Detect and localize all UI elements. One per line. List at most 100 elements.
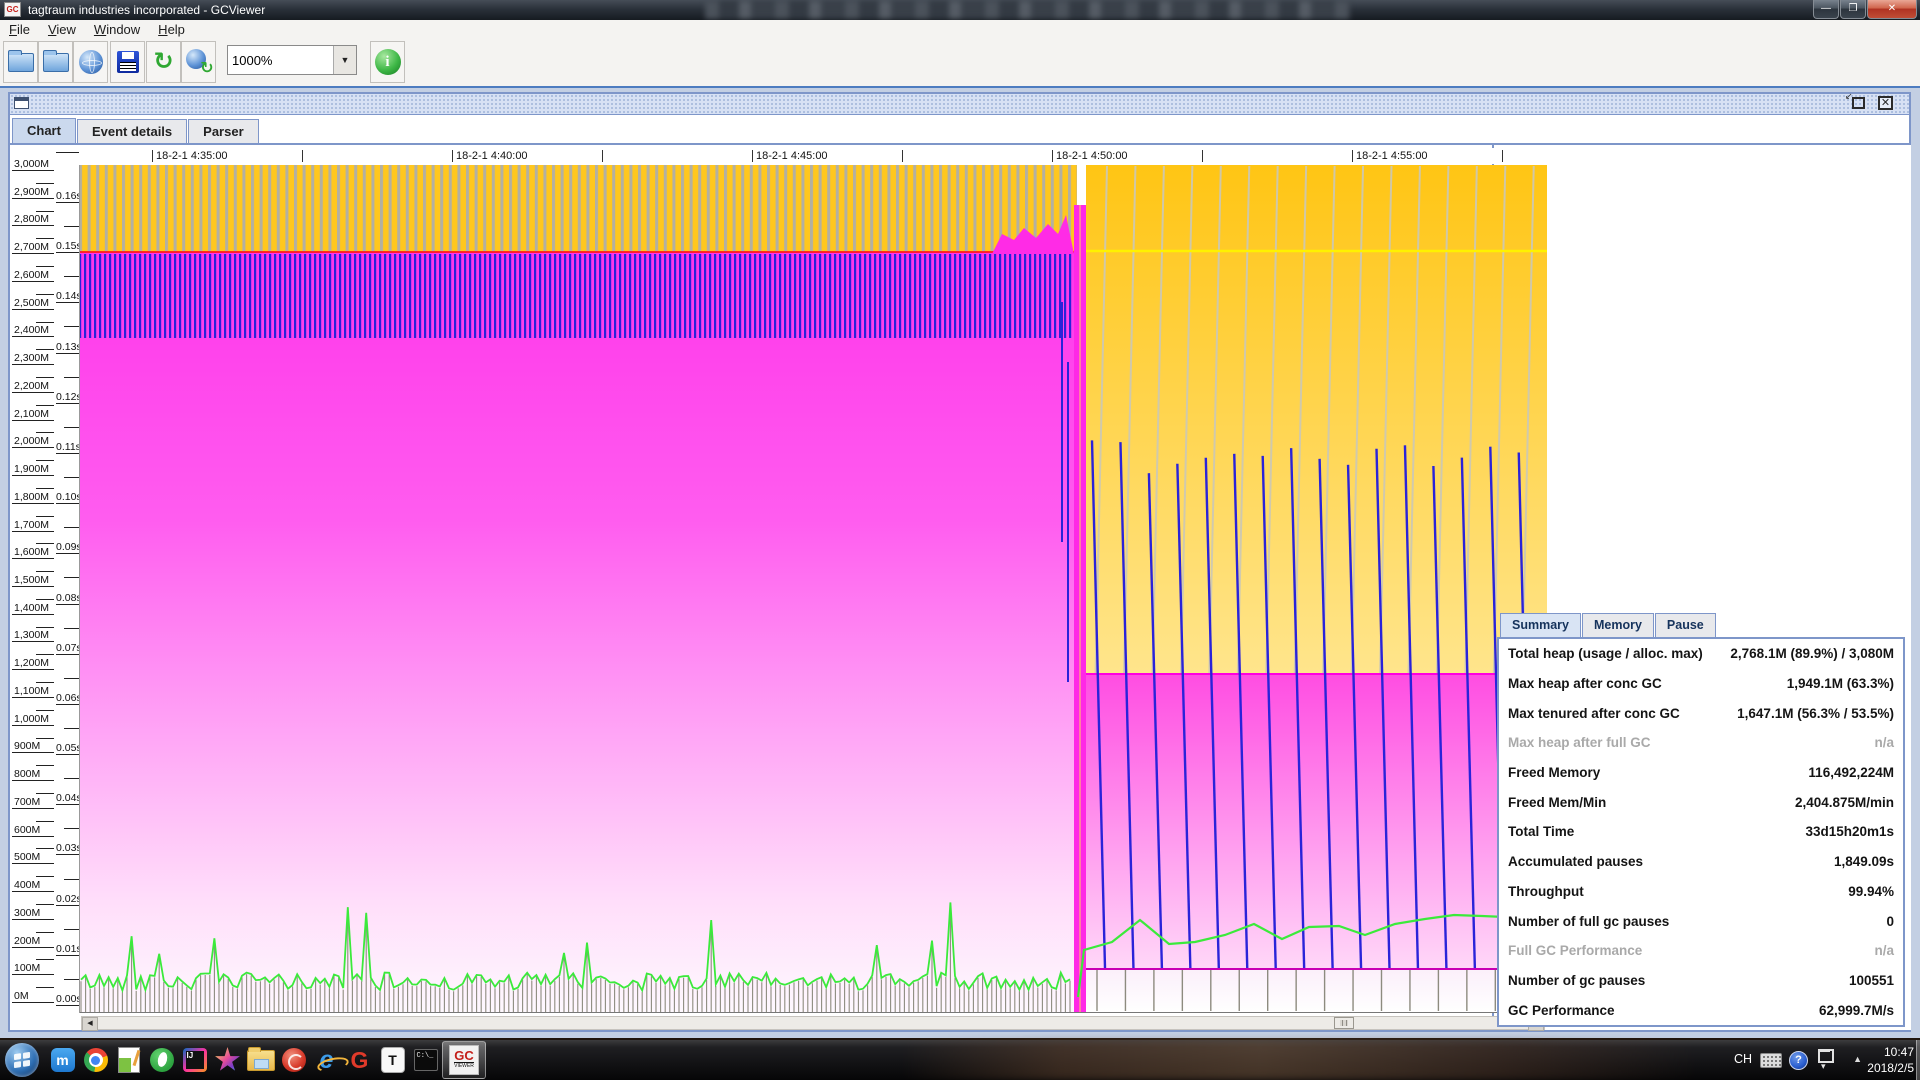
internet-explorer-icon: e <box>320 1048 334 1072</box>
time-minor-tick <box>64 377 79 378</box>
time-axis-minor-tick <box>1202 150 1203 162</box>
file-explorer-icon <box>247 1050 275 1071</box>
zoom-input[interactable] <box>230 48 334 72</box>
time-tick-label: 0.12s <box>56 391 79 404</box>
internal-frame-restore-icon[interactable] <box>1852 97 1865 109</box>
taskbar-app-file-explorer[interactable] <box>244 1041 277 1079</box>
gc-chart-svg <box>79 165 1547 1013</box>
minimize-button[interactable]: — <box>1813 0 1839 19</box>
taskbar-app-intellij-idea[interactable]: IJ <box>178 1041 211 1079</box>
taskbar-app-notepad-editor[interactable] <box>112 1041 145 1079</box>
time-minor-tick <box>64 728 79 729</box>
notepad-editor-icon <box>118 1047 140 1073</box>
menu-window[interactable]: Window <box>85 20 149 39</box>
memory-tick-label: 600M <box>12 824 54 837</box>
memory-tick-label: 2,500M <box>12 297 54 310</box>
taskbar-apps: m IJ eGTC:\_GCVIEWER <box>46 1040 486 1080</box>
internal-frame-close-icon[interactable]: ✕ <box>1878 96 1893 110</box>
timestamp-label: 18-2-1 4:45:00 <box>756 150 828 162</box>
menu-view[interactable]: View <box>39 20 85 39</box>
time-tick-label: 0.02s <box>56 893 79 906</box>
scroll-left-arrow[interactable]: ◀ <box>82 1017 98 1031</box>
start-button[interactable] <box>5 1043 39 1077</box>
memory-minor-tick <box>36 654 54 655</box>
internal-frame-titlebar[interactable]: ✕ <box>10 94 1909 115</box>
time-tick-label: 0.08s <box>56 592 79 605</box>
summary-row-value: 1,849.09s <box>1834 854 1894 869</box>
summary-row-value: 33d15h20m1s <box>1805 824 1894 839</box>
time-axis-minor-tick <box>902 150 903 162</box>
memory-tick-label: 2,300M <box>12 352 54 365</box>
taskbar-app-mail-swirl-app[interactable] <box>277 1041 310 1079</box>
gcviewer-app-icon: GC <box>4 2 21 17</box>
memory-tick-label: 1,500M <box>12 574 54 587</box>
memory-minor-tick <box>36 432 54 433</box>
memory-minor-tick <box>36 821 54 822</box>
language-indicator[interactable]: CH <box>1734 1052 1752 1066</box>
export-button[interactable] <box>110 41 145 83</box>
info-button[interactable]: i <box>370 41 405 83</box>
open-url-button[interactable] <box>73 41 108 83</box>
memory-minor-tick <box>36 543 54 544</box>
memory-tick-label: 1,200M <box>12 657 54 670</box>
window-title: tagtraum industries incorporated - GCVie… <box>28 3 265 17</box>
memory-minor-tick <box>36 932 54 933</box>
taskbar-app-command-prompt[interactable]: C:\_ <box>409 1041 442 1079</box>
taskbar-app-sogou-browser[interactable]: G <box>343 1041 376 1079</box>
memory-tick-label: 900M <box>12 740 54 753</box>
popup-window-icon[interactable] <box>1818 1049 1834 1063</box>
show-desktop-button[interactable] <box>1916 1040 1920 1080</box>
watch-button[interactable]: ↻ <box>181 41 216 83</box>
taskbar-app-chrome-browser[interactable] <box>79 1041 112 1079</box>
keyboard-icon[interactable] <box>1760 1053 1782 1068</box>
zoom-combobox[interactable]: ▼ <box>227 45 357 75</box>
taskbar-app-green-drawing-app[interactable] <box>145 1041 178 1079</box>
memory-minor-tick <box>36 377 54 378</box>
menubar: FileViewWindowHelp <box>0 20 1920 40</box>
summary-row-label: Max tenured after conc GC <box>1508 706 1737 721</box>
timestamp-label: 18-2-1 4:40:00 <box>456 150 528 162</box>
open-series-button[interactable] <box>38 41 73 83</box>
time-tick-label: 0.09s <box>56 541 79 554</box>
close-button[interactable]: ✕ <box>1867 0 1917 19</box>
tab-event-details[interactable]: Event details <box>77 119 187 143</box>
tab-parser[interactable]: Parser <box>188 119 258 143</box>
summary-row-label: Full GC Performance <box>1508 943 1874 958</box>
memory-tick-label: 2,400M <box>12 324 54 337</box>
restore-button[interactable]: ❐ <box>1840 0 1866 19</box>
refresh-button[interactable]: ↻ <box>146 41 181 83</box>
taskbar-app-typora-editor[interactable]: T <box>376 1041 409 1079</box>
summary-row-label: Freed Memory <box>1508 765 1808 780</box>
summary-row: Freed Mem/Min2,404.875M/min <box>1499 787 1903 817</box>
menu-help[interactable]: Help <box>149 20 194 39</box>
memory-tick-label: 2,000M <box>12 435 54 448</box>
taskbar-app-maxthon-browser[interactable]: m <box>46 1041 79 1079</box>
horizontal-scrollbar[interactable]: ◀ ▶ <box>81 1016 1545 1030</box>
memory-minor-tick <box>36 682 54 683</box>
scrollbar-thumb[interactable] <box>1334 1017 1354 1029</box>
zoom-dropdown-arrow[interactable]: ▼ <box>333 46 356 74</box>
show-hidden-icons-arrow[interactable]: ▲ <box>1853 1054 1862 1064</box>
summary-tab-pause[interactable]: Pause <box>1655 613 1716 637</box>
memory-tick-label: 1,000M <box>12 713 54 726</box>
window-titlebar[interactable]: GC tagtraum industries incorporated - GC… <box>0 0 1920 20</box>
gc-chart-plot <box>79 165 1547 1013</box>
menu-file[interactable]: File <box>0 20 39 39</box>
time-tick-label: 0.04s <box>56 792 79 805</box>
clock[interactable]: 10:47 2018/2/5 <box>1867 1044 1914 1076</box>
help-tray-icon[interactable]: ? <box>1789 1051 1808 1070</box>
summary-row-value: 116,492,224M <box>1808 765 1894 780</box>
time-axis-minor-tick <box>1502 150 1503 162</box>
mail-swirl-app-icon <box>282 1048 306 1072</box>
gc-logo-bottom: VIEWER <box>454 1062 474 1070</box>
taskbar-app-star-bookmarks[interactable] <box>211 1041 244 1079</box>
taskbar-app-internet-explorer[interactable]: e <box>310 1041 343 1079</box>
taskbar-app-gcviewer[interactable]: GCVIEWER <box>442 1041 486 1079</box>
summary-tab-summary[interactable]: Summary <box>1500 613 1581 637</box>
memory-minor-tick <box>36 571 54 572</box>
summary-tab-memory[interactable]: Memory <box>1582 613 1654 637</box>
time-axis-major-tick <box>1052 150 1053 162</box>
tab-chart[interactable]: Chart <box>12 118 76 143</box>
open-file-button[interactable] <box>3 41 38 83</box>
time-tick-label: 0.11s <box>56 441 79 454</box>
